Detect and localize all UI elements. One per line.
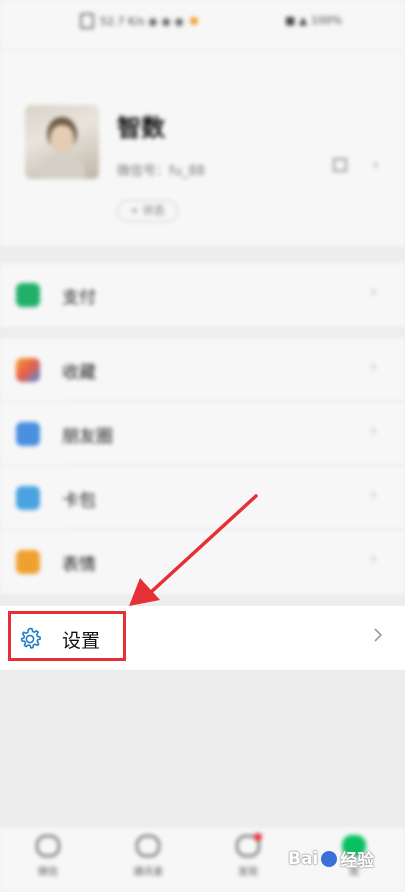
chat-icon (36, 835, 60, 857)
menu-item-favorites[interactable]: 收藏 › (0, 338, 405, 402)
menu-item-label: 收藏 (62, 363, 96, 383)
status-bar-left: 52.7 K/s ◉ ◉ ◉ (80, 12, 198, 30)
menu-item-stickers[interactable]: 表情 › (0, 530, 405, 594)
pay-icon (16, 283, 40, 307)
chevron-right-icon: › (370, 484, 378, 505)
favorites-icon (16, 358, 40, 382)
notification-dot-icon (189, 17, 198, 25)
status-bar-right-text: ■ ▲ 100% (285, 14, 343, 27)
menu-item-pay[interactable]: 支付 › (0, 263, 405, 327)
profile-name: 智数 (117, 114, 165, 142)
tab-discover[interactable]: 发现 (218, 833, 278, 878)
menu-item-moments[interactable]: 朋友圈 › (0, 402, 405, 466)
tab-label: 通讯录 (133, 867, 163, 878)
menu-item-label: 朋友圈 (62, 427, 113, 447)
wechat-id: 微信号：fu_88 (117, 164, 205, 179)
chevron-right-icon (374, 628, 383, 642)
screen-icon (80, 13, 94, 29)
moments-icon (16, 422, 40, 446)
settings-highlight-box (8, 611, 126, 661)
paw-logo-icon (321, 850, 338, 867)
tab-label: 发现 (238, 867, 258, 878)
menu-item-cards[interactable]: 卡包 › (0, 466, 405, 530)
contacts-icon (136, 835, 160, 857)
chevron-right-icon: › (370, 281, 378, 302)
status-button[interactable]: + 状态 (117, 200, 178, 222)
status-bar: 52.7 K/s ◉ ◉ ◉ ■ ▲ 100% (0, 0, 405, 50)
watermark-text-right: 经验 (340, 851, 375, 871)
chevron-right-icon: › (370, 420, 378, 441)
stickers-icon (16, 550, 40, 574)
tab-label: 微信 (38, 867, 58, 878)
cards-icon (16, 486, 40, 510)
chevron-right-icon: › (372, 154, 380, 175)
tab-chats[interactable]: 微信 (18, 835, 78, 878)
menu-item-label: 支付 (62, 288, 96, 308)
status-bar-left-text: 52.7 K/s ◉ ◉ ◉ (100, 14, 184, 28)
watermark: Bai 经验 (288, 846, 375, 872)
avatar[interactable] (25, 105, 99, 179)
tab-contacts[interactable]: 通讯录 (118, 835, 178, 878)
menu-item-label: 表情 (62, 555, 96, 575)
menu-item-label: 卡包 (62, 491, 96, 511)
qr-code-icon[interactable] (333, 158, 347, 172)
unread-badge (254, 833, 262, 841)
watermark-text-left: Bai (288, 848, 319, 869)
chevron-right-icon: › (370, 548, 378, 569)
profile-header[interactable]: 智数 微信号：fu_88 › + 状态 (0, 50, 405, 246)
chevron-right-icon: › (370, 356, 378, 377)
